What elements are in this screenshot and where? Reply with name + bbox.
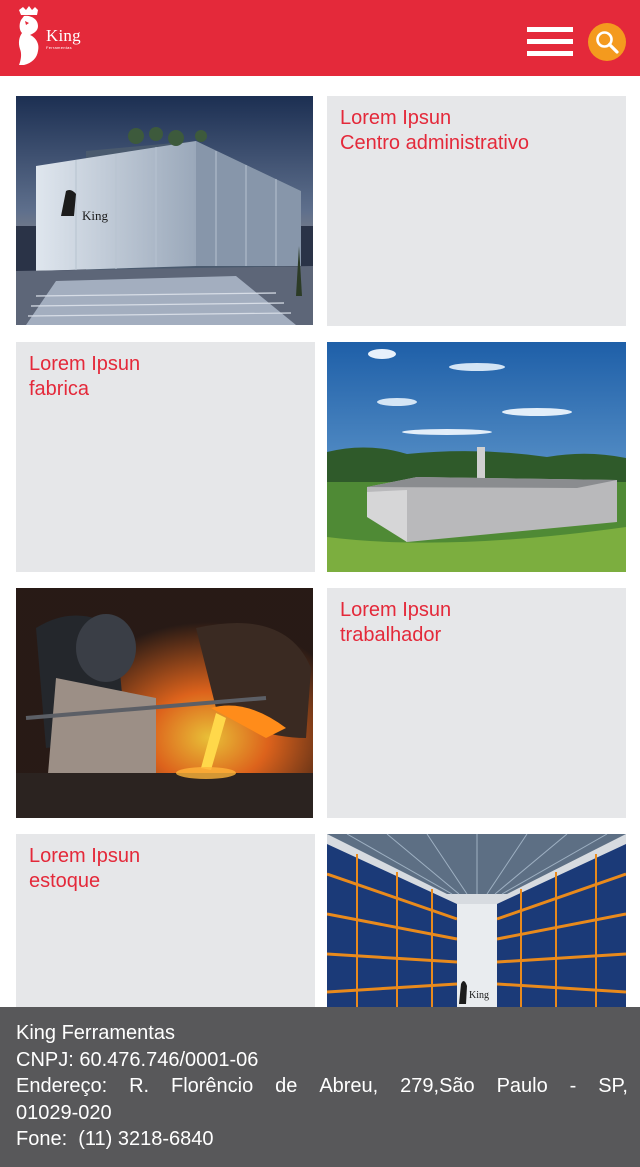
foundry-image	[16, 588, 313, 818]
card-title: Lorem Ipsun Centro administrativo	[340, 107, 529, 154]
card-title: Lorem Ipsun trabalhador	[340, 599, 452, 646]
administrative-building-photo[interactable]: King	[16, 96, 313, 325]
card-title: Lorem Ipsun estoque	[29, 845, 141, 892]
svg-text:King: King	[82, 208, 109, 223]
footer-phone: Fone: (11) 3218-6840	[16, 1128, 214, 1150]
top-bar: King Ferramentas	[0, 0, 640, 76]
footer-address: Endereço: R. Florêncio de Abreu, 279,São…	[16, 1075, 628, 1097]
warehouse-image: King	[327, 834, 626, 1007]
brand-subtitle: Ferramentas	[46, 45, 72, 50]
search-button[interactable]	[588, 23, 626, 61]
card-administrative[interactable]: Lorem Ipsun Centro administrativo	[327, 96, 626, 326]
card-stock[interactable]: Lorem Ipsun estoque	[16, 834, 315, 1007]
foundry-worker-photo[interactable]	[16, 588, 313, 818]
knight-logo-icon	[18, 6, 39, 65]
hamburger-icon-bar	[527, 39, 573, 44]
svg-text:King: King	[469, 990, 489, 1001]
hamburger-icon-bar	[527, 51, 573, 56]
card-worker[interactable]: Lorem Ipsun trabalhador	[327, 588, 626, 818]
card-title: Lorem Ipsun fabrica	[29, 353, 141, 400]
warehouse-photo[interactable]: King	[327, 834, 626, 1007]
hamburger-icon-bar	[527, 27, 573, 32]
king-logo[interactable]: King Ferramentas	[16, 6, 88, 66]
factory-image	[327, 342, 626, 572]
menu-button[interactable]	[527, 27, 573, 59]
building-image: King	[16, 96, 313, 325]
site-footer: King Ferramentas CNPJ: 60.476.746/0001-0…	[0, 1007, 640, 1167]
card-factory[interactable]: Lorem Ipsun fabrica	[16, 342, 315, 572]
footer-address-cont: 01029-020	[16, 1101, 112, 1124]
footer-cnpj: CNPJ: 60.476.746/0001-06	[16, 1048, 259, 1071]
brand-name: King	[46, 26, 81, 45]
factory-photo[interactable]	[327, 342, 626, 572]
footer-company: King Ferramentas	[16, 1022, 175, 1044]
search-icon	[596, 31, 619, 54]
